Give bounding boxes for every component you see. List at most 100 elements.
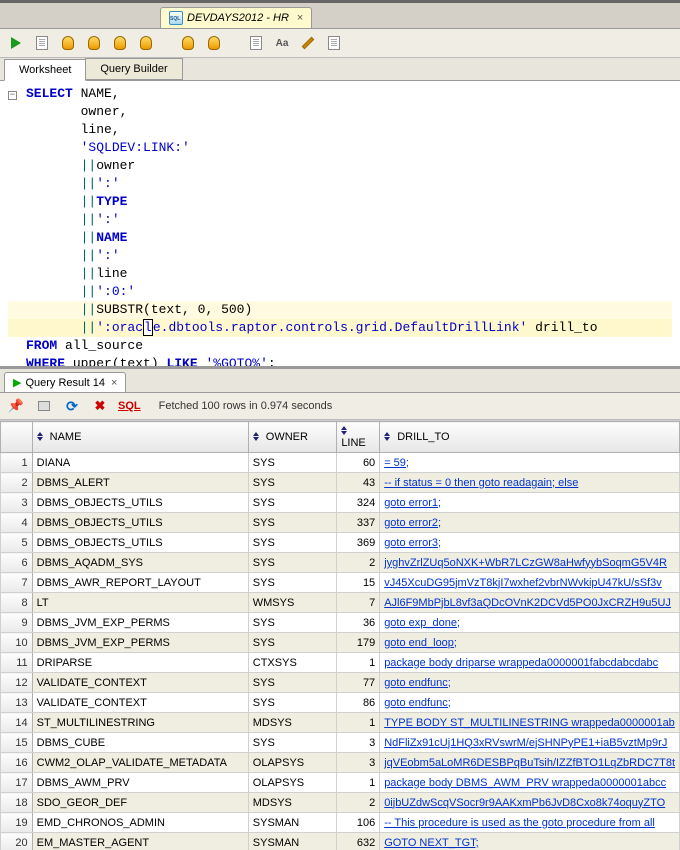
row-number: 12 [1, 673, 33, 693]
table-row[interactable]: 9DBMS_JVM_EXP_PERMSSYS36 goto exp_done; [1, 613, 680, 633]
table-row[interactable]: 19EMD_CHRONOS_ADMINSYSMAN106-- This proc… [1, 813, 680, 833]
cell-drill[interactable]: TYPE BODY ST_MULTILINESTRING wrappeda000… [380, 713, 680, 733]
db-button-1[interactable] [178, 33, 198, 53]
cell-name: DIANA [32, 453, 248, 473]
row-number: 13 [1, 693, 33, 713]
row-number: 8 [1, 593, 33, 613]
refresh-button[interactable]: ⟳ [62, 396, 82, 416]
cell-name: LT [32, 593, 248, 613]
cell-drill[interactable]: NdFliZx91cUj1HQ3xRVswrM/ejSHNPyPE1+iaB5v… [380, 733, 680, 753]
cell-drill[interactable]: goto error1; [380, 493, 680, 513]
sql-tuning-button[interactable] [110, 33, 130, 53]
table-row[interactable]: 12VALIDATE_CONTEXTSYS77 goto endfunc; [1, 673, 680, 693]
tab-worksheet[interactable]: Worksheet [4, 59, 86, 81]
table-row[interactable]: 14ST_MULTILINESTRINGMDSYS1TYPE BODY ST_M… [1, 713, 680, 733]
cell-owner: SYS [248, 613, 337, 633]
cell-name: EMD_CHRONOS_ADMIN [32, 813, 248, 833]
row-number: 17 [1, 773, 33, 793]
commit-button[interactable] [136, 33, 156, 53]
cell-owner: OLAPSYS [248, 753, 337, 773]
tab-query-builder[interactable]: Query Builder [85, 58, 182, 80]
table-row[interactable]: 7DBMS_AWR_REPORT_LAYOUTSYS15vJ45XcuDG95j… [1, 573, 680, 593]
column-header-name[interactable]: NAME [32, 422, 248, 453]
cell-name: DRIPARSE [32, 653, 248, 673]
column-header-drill[interactable]: DRILL_TO [380, 422, 680, 453]
table-row[interactable]: 10DBMS_JVM_EXP_PERMSSYS179 goto end_loop… [1, 633, 680, 653]
cell-name: DBMS_AQADM_SYS [32, 553, 248, 573]
cell-owner: SYS [248, 633, 337, 653]
table-row[interactable]: 3DBMS_OBJECTS_UTILSSYS324 goto error1; [1, 493, 680, 513]
table-row[interactable]: 17DBMS_AWM_PRVOLAPSYS1package body DBMS_… [1, 773, 680, 793]
close-icon[interactable]: × [111, 377, 117, 389]
unshared-worksheet-button[interactable] [246, 33, 266, 53]
cancel-button[interactable]: ✖ [90, 396, 110, 416]
cell-drill[interactable]: -- This procedure is used as the goto pr… [380, 813, 680, 833]
cell-drill[interactable]: jqVEobm5aLoMR6DESBPqBuTsih/IZZfBTO1LqZbR… [380, 753, 680, 773]
table-row[interactable]: 16CWM2_OLAP_VALIDATE_METADATAOLAPSYS3jqV… [1, 753, 680, 773]
row-number: 11 [1, 653, 33, 673]
table-row[interactable]: 11DRIPARSECTXSYS1package body driparse w… [1, 653, 680, 673]
cell-line: 1 [337, 773, 380, 793]
clear-button[interactable] [298, 33, 318, 53]
autotrace-button[interactable] [84, 33, 104, 53]
run-script-button[interactable] [32, 33, 52, 53]
cell-drill[interactable]: vJ45XcuDG95jmVzT8kjI7wxhef2vbrNWvkipU47k… [380, 573, 680, 593]
cell-drill[interactable]: goto end_loop; [380, 633, 680, 653]
cell-line: 324 [337, 493, 380, 513]
explain-plan-button[interactable] [58, 33, 78, 53]
cell-drill[interactable]: 0ijbUZdwScqVSocr9r9AAKxmPb6JvD8Cxo8k74oq… [380, 793, 680, 813]
cell-line: 36 [337, 613, 380, 633]
print-button[interactable] [34, 396, 54, 416]
case-toggle-button[interactable]: Aa [272, 33, 292, 53]
file-tab-title: DEVDAYS2012 - HR [187, 12, 289, 24]
close-icon[interactable]: × [297, 12, 303, 24]
cell-drill[interactable]: goto error2; [380, 513, 680, 533]
table-row[interactable]: 15DBMS_CUBESYS3NdFliZx91cUj1HQ3xRVswrM/e… [1, 733, 680, 753]
cell-drill[interactable]: goto endfunc; [380, 673, 680, 693]
table-row[interactable]: 5DBMS_OBJECTS_UTILSSYS369 goto error3; [1, 533, 680, 553]
cell-drill[interactable]: AJl6F9MbPjbL8vf3aQDcOVnK2DCVd5PO0JxCRZH9… [380, 593, 680, 613]
run-button[interactable] [6, 33, 26, 53]
table-row[interactable]: 6DBMS_AQADM_SYSSYS2jyghvZrlZUq5oNXK+WbR7… [1, 553, 680, 573]
column-header-owner[interactable]: OWNER [248, 422, 337, 453]
cell-name: DBMS_OBJECTS_UTILS [32, 513, 248, 533]
cell-name: DBMS_JVM_EXP_PERMS [32, 613, 248, 633]
cell-drill[interactable]: -- if status = 0 then goto readagain; el… [380, 473, 680, 493]
table-row[interactable]: 8LTWMSYS7AJl6F9MbPjbL8vf3aQDcOVnK2DCVd5P… [1, 593, 680, 613]
sql-history-button[interactable] [324, 33, 344, 53]
cell-drill[interactable]: = 59; [380, 453, 680, 473]
row-number: 5 [1, 533, 33, 553]
cell-drill[interactable]: goto exp_done; [380, 613, 680, 633]
pin-button[interactable]: 📌 [6, 396, 26, 416]
cell-name: DBMS_JVM_EXP_PERMS [32, 633, 248, 653]
result-grid[interactable]: NAME OWNER LINE DRILL_TO 1DIANASYS60= 59… [0, 421, 680, 850]
sql-link[interactable]: SQL [118, 400, 141, 412]
table-row[interactable]: 18SDO_GEOR_DEFMDSYS20ijbUZdwScqVSocr9r9A… [1, 793, 680, 813]
cell-line: 3 [337, 753, 380, 773]
cell-name: CWM2_OLAP_VALIDATE_METADATA [32, 753, 248, 773]
cell-drill[interactable]: goto endfunc; [380, 693, 680, 713]
table-row[interactable]: 20EM_MASTER_AGENTSYSMAN632 GOTO NEXT_TGT… [1, 833, 680, 850]
cell-line: 77 [337, 673, 380, 693]
file-tab[interactable]: DEVDAYS2012 - HR × [160, 7, 312, 28]
column-header-line[interactable]: LINE [337, 422, 380, 453]
table-row[interactable]: 2DBMS_ALERTSYS43-- if status = 0 then go… [1, 473, 680, 493]
cell-owner: MDSYS [248, 793, 337, 813]
cell-owner: WMSYS [248, 593, 337, 613]
cell-owner: SYS [248, 673, 337, 693]
cell-line: 60 [337, 453, 380, 473]
table-row[interactable]: 1DIANASYS60= 59; [1, 453, 680, 473]
table-row[interactable]: 4DBMS_OBJECTS_UTILSSYS337 goto error2; [1, 513, 680, 533]
result-tab[interactable]: ▶ Query Result 14 × [4, 372, 126, 392]
row-number: 19 [1, 813, 33, 833]
cell-drill[interactable]: goto error3; [380, 533, 680, 553]
sql-editor[interactable]: −SELECT NAME, owner, line, 'SQLDEV:LINK:… [0, 81, 680, 369]
table-row[interactable]: 13VALIDATE_CONTEXTSYS86 goto endfunc; [1, 693, 680, 713]
cell-drill[interactable]: package body driparse wrappeda0000001fab… [380, 653, 680, 673]
row-number: 6 [1, 553, 33, 573]
db-button-2[interactable] [204, 33, 224, 53]
cell-line: 43 [337, 473, 380, 493]
cell-drill[interactable]: package body DBMS_AWM_PRV wrappeda000000… [380, 773, 680, 793]
cell-drill[interactable]: GOTO NEXT_TGT; [380, 833, 680, 850]
cell-drill[interactable]: jyghvZrlZUq5oNXK+WbR7LCzGW8aHwfyybSoqmG5… [380, 553, 680, 573]
